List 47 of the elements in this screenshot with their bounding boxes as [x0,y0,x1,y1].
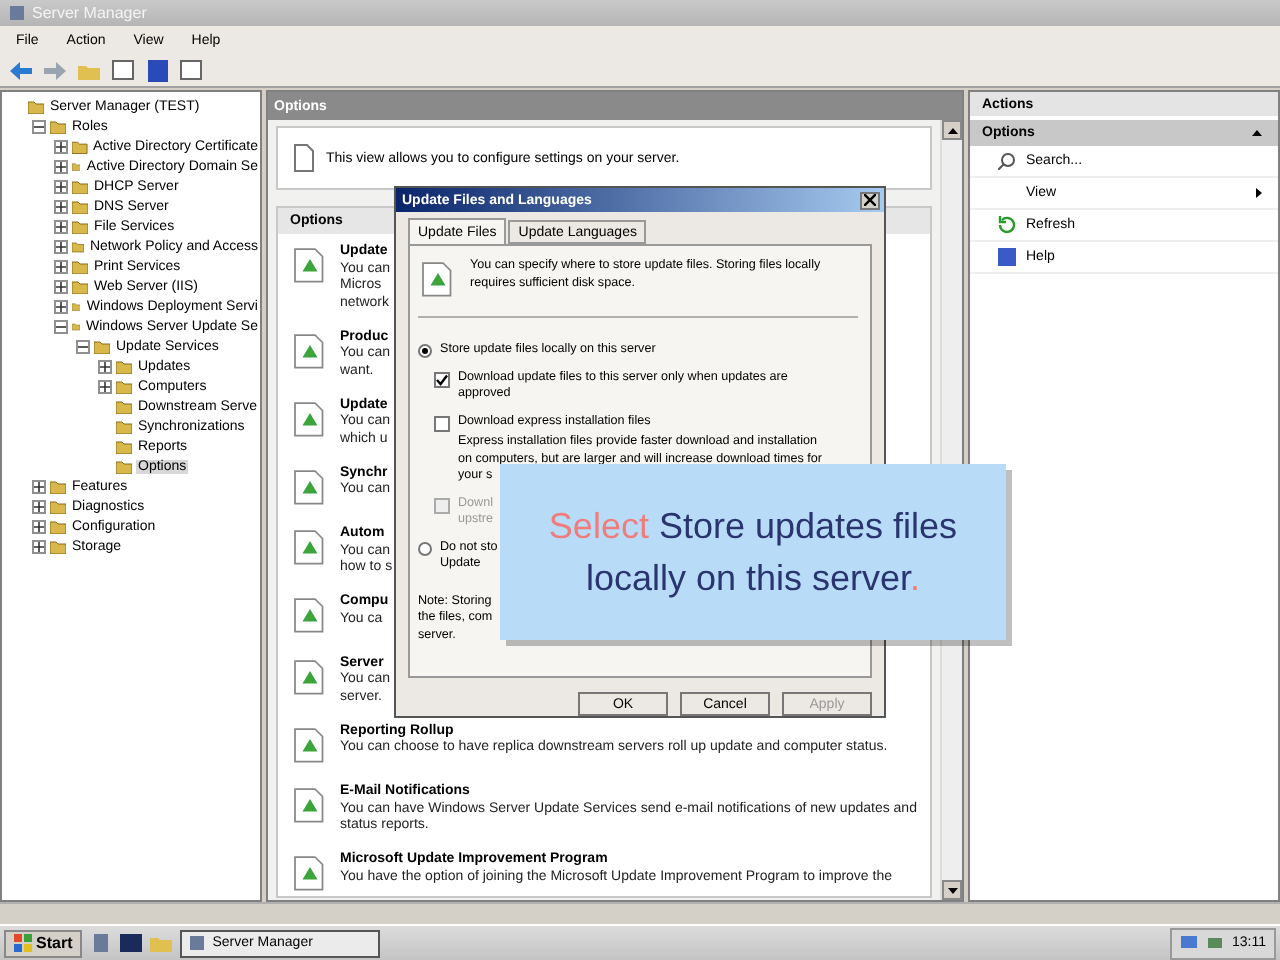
expand-toggle[interactable] [54,139,68,154]
checkbox[interactable] [434,415,450,432]
expand-toggle[interactable] [32,519,46,534]
page-icon [294,144,314,173]
expand-toggle[interactable] [98,379,112,394]
checkbox[interactable] [434,371,450,388]
expand-toggle[interactable] [54,199,68,214]
expand-toggle[interactable] [32,119,46,134]
window-title: Server Manager [32,3,147,22]
windows-flag-icon [14,934,32,953]
expand-toggle[interactable] [98,359,112,374]
expand-toggle[interactable] [54,239,68,254]
show-tree-button[interactable] [110,57,136,84]
back-button[interactable] [8,57,34,84]
expand-toggle[interactable] [54,219,68,234]
submenu-icon [1256,188,1262,199]
expand-toggle[interactable] [32,479,46,494]
start-button[interactable]: Start [4,929,83,958]
search-icon [998,152,1016,171]
expand-toggle[interactable] [54,299,68,314]
expand-toggle[interactable] [54,159,68,174]
expand-toggle[interactable] [32,499,46,514]
close-button[interactable] [860,191,880,210]
app-icon [188,934,207,953]
expand-toggle[interactable] [54,179,68,194]
up-arrow-icon [947,127,957,134]
help-button[interactable] [144,57,170,84]
scroll-down-button[interactable] [942,880,962,901]
refresh-icon [998,216,1016,235]
help-icon [998,248,1016,267]
server-icon[interactable] [90,932,113,955]
app-icon [8,3,26,22]
expand-toggle[interactable] [76,339,90,354]
expand-toggle[interactable] [32,539,46,554]
scroll-up-button[interactable] [942,120,962,141]
collapse-icon [1252,130,1262,137]
callout-text: Select Store updates files locally on this server. [546,504,960,602]
down-arrow-icon [947,887,957,894]
network-icon[interactable] [1206,934,1224,953]
show-actions-button[interactable] [178,57,204,84]
expand-toggle[interactable] [54,259,68,274]
monitor-icon[interactable] [1180,934,1198,953]
expand-toggle[interactable] [54,279,68,294]
terminal-icon[interactable] [120,932,143,955]
radio-button[interactable] [418,344,432,359]
expand-toggle[interactable] [54,319,68,334]
radio-button[interactable] [418,541,432,556]
